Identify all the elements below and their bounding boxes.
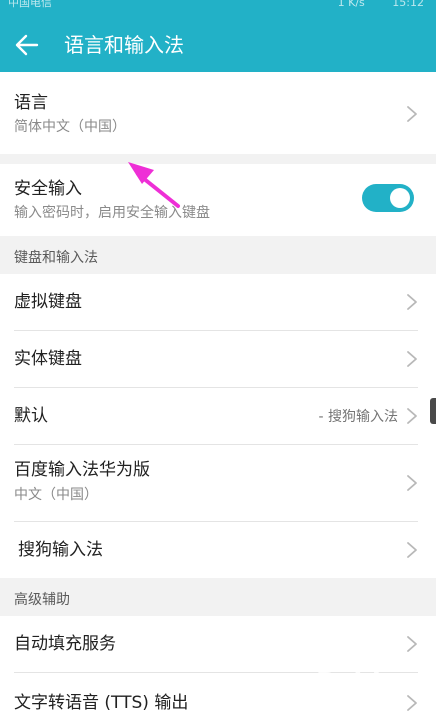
list-item-label: 文字转语音 (TTS) 输出 [14,693,189,713]
chevron-right-icon [407,294,417,310]
secure-input-title: 安全输入 [14,179,82,199]
language-value: 简体中文（中国） [14,119,126,135]
keyboard-card: 虚拟键盘 实体键盘 默认 - 搜狗输入法 百度输入法华为版 中文（中国） 搜狗输… [0,274,436,578]
secure-input-toggle[interactable] [362,184,414,212]
chevron-right-icon [407,475,417,491]
list-item-label: 百度输入法华为版 [14,460,150,480]
chevron-right-icon [407,408,417,424]
language-title: 语言 [14,93,48,113]
arrow-left-icon[interactable] [14,32,40,58]
language-card: 语言 简体中文（中国） [0,72,436,154]
list-item-autofill[interactable]: 自动填充服务 [0,616,436,672]
toggle-knob [390,188,410,208]
chevron-right-icon [407,106,417,122]
list-item-label: 搜狗输入法 [18,540,103,560]
app-header: 中国电信 1 K/s 15:12 语言和输入法 [0,0,436,72]
list-item-label: 虚拟键盘 [14,292,82,312]
list-item-label: 自动填充服务 [14,634,116,654]
list-item-label: 默认 [14,406,48,426]
chevron-right-icon [407,542,417,558]
status-right: 1 K/s 15:12 [337,0,424,9]
baidu-watermark: Baidu 经验 [316,668,432,714]
keyboard-section-header: 键盘和输入法 [14,250,98,266]
list-item-default[interactable]: 默认 - 搜狗输入法 [0,388,436,444]
list-item-label: 实体键盘 [14,349,82,369]
watermark-text: Baidu [316,668,400,698]
network-speed: 1 K/s [337,0,365,9]
carrier-label: 中国电信 [8,0,52,9]
status-bar: 中国电信 1 K/s 15:12 [0,0,436,12]
list-item-physical-keyboard[interactable]: 实体键盘 [0,331,436,387]
list-item-baidu-ime[interactable]: 百度输入法华为版 中文（中国） [0,445,436,521]
page-title: 语言和输入法 [64,33,184,57]
language-row[interactable]: 语言 简体中文（中国） [0,72,436,154]
edge-handle [430,398,436,424]
chevron-right-icon [407,351,417,367]
list-item-sogou-ime[interactable]: 搜狗输入法 [0,522,436,578]
chevron-right-icon [407,636,417,652]
default-input-value: - 搜狗输入法 [318,409,398,425]
watermark-sub: 经验 [344,700,364,711]
advanced-section-header: 高级辅助 [14,592,70,608]
list-item-sub: 中文（中国） [14,487,98,503]
list-item-virtual-keyboard[interactable]: 虚拟键盘 [0,274,436,330]
annotation-arrow-icon [128,162,180,208]
status-time: 15:12 [392,0,424,9]
